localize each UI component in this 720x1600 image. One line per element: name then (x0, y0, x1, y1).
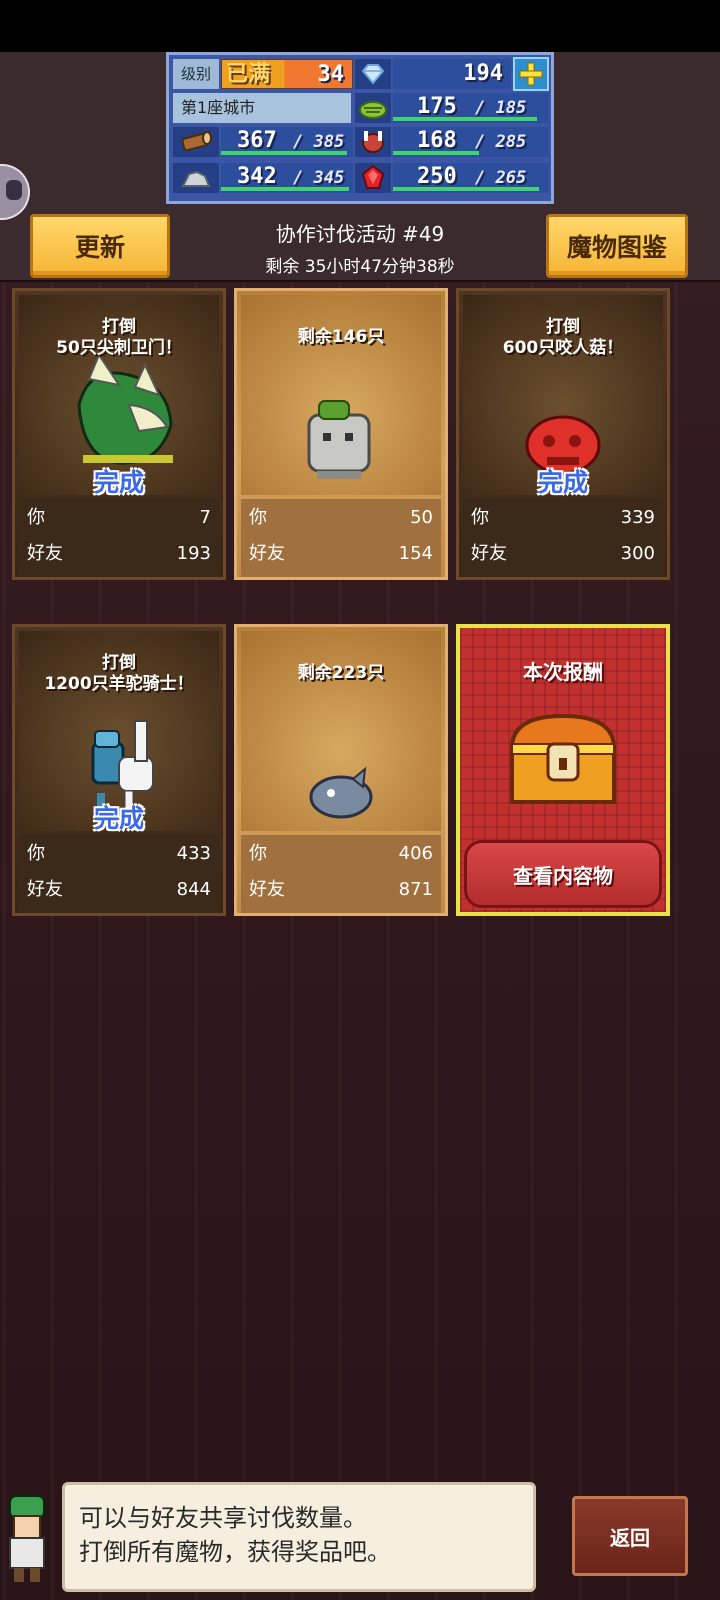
card-stats: 你 50 好友 154 (241, 499, 441, 577)
card-goal-line2: 600只咬人菇！ (502, 338, 624, 358)
you-count: 339 (620, 507, 655, 528)
level-max-badge: 已满 (226, 62, 271, 87)
level-label: 级别 (173, 59, 219, 89)
friend-label: 好友 (249, 879, 285, 900)
grass-box: 175 / 185 (393, 93, 549, 123)
you-label: 你 (249, 507, 267, 528)
gems-value: 194 (463, 61, 503, 86)
friend-count: 193 (176, 543, 211, 564)
ruby-max: 265 (495, 168, 527, 188)
stone-golem-sprite (307, 400, 371, 479)
friend-label: 好友 (471, 543, 507, 564)
stone-max: 345 (313, 168, 345, 188)
level-value: 34 (317, 62, 345, 87)
you-count: 50 (410, 507, 433, 528)
you-label: 你 (27, 843, 45, 864)
monster-card[interactable]: 打倒 600只咬人菇！ 完成 你 339 好友 300 (456, 288, 670, 580)
monster-card[interactable]: 打倒 50只尖刺卫门！ 完成 你 7 好友 193 (12, 288, 226, 580)
card-stats: 你 339 好友 300 (463, 499, 663, 577)
food-box: 168 / 285 (393, 127, 549, 157)
plus-icon (519, 62, 543, 86)
refresh-button[interactable]: 更新 (30, 214, 170, 278)
you-count: 7 (199, 507, 211, 528)
friend-count: 154 (398, 543, 433, 564)
friend-label: 好友 (27, 543, 63, 564)
card-artwork: 剩余223只 (241, 631, 441, 831)
bestiary-button[interactable]: 魔物图鉴 (546, 214, 688, 278)
remaining-count: 剩余146只 (297, 327, 385, 347)
monster-card[interactable]: 剩余223只 你 406 好友 871 (234, 624, 448, 916)
food-max: 285 (495, 132, 527, 152)
system-status-bar (0, 0, 720, 52)
completed-label: 完成 (93, 804, 144, 833)
view-contents-button[interactable]: 查看内容物 (464, 840, 662, 908)
friend-count: 844 (176, 879, 211, 900)
city-name: 第1座城市 (173, 93, 351, 123)
friend-count: 871 (398, 879, 433, 900)
monster-card[interactable]: 剩余146只 你 50 好友 154 (234, 288, 448, 580)
back-button[interactable]: 返回 (572, 1496, 688, 1576)
friend-label: 好友 (249, 543, 285, 564)
completed-label: 完成 (93, 468, 144, 497)
grass-icon (355, 93, 391, 123)
you-count: 433 (176, 843, 211, 864)
wood-max: 385 (313, 132, 345, 152)
card-stats: 你 406 好友 871 (241, 835, 441, 913)
card-goal-line1: 打倒 (102, 653, 136, 673)
hint-line-1: 可以与好友共享讨伐数量。 (79, 1504, 367, 1532)
event-timer: 剩余 35小时47分钟38秒 (265, 257, 455, 277)
diamond-icon (355, 59, 391, 89)
reward-card[interactable]: 本次报酬 查看内容物 (456, 624, 670, 916)
event-title: 协作讨伐活动 #49 (275, 222, 445, 246)
friend-label: 好友 (27, 879, 63, 900)
ruby-bar (393, 187, 539, 191)
reward-title: 本次报酬 (523, 660, 603, 684)
stone-icon (173, 163, 219, 193)
level-bar: 已满 34 (221, 59, 353, 89)
meat-icon (355, 127, 391, 157)
resource-panel: 级别 已满 34 194 第1座城市 175 / 185 367 / 385 1… (166, 52, 554, 204)
card-artwork: 打倒 1200只羊驼骑士！ 完成 (19, 631, 219, 833)
wood-log-icon (173, 127, 219, 157)
ruby-box: 250 / 265 (393, 163, 549, 193)
hint-dialog: 可以与好友共享讨伐数量。 打倒所有魔物，获得奖品吧。 (62, 1482, 536, 1592)
you-count: 406 (398, 843, 433, 864)
you-label: 你 (471, 507, 489, 528)
wood-bar (221, 151, 347, 155)
gems-box: 194 (393, 59, 511, 89)
ruby-icon (355, 163, 391, 193)
completed-label: 完成 (537, 468, 588, 497)
stone-box: 342 / 345 (221, 163, 353, 193)
grass-max: 185 (495, 98, 527, 118)
guide-character-avatar (9, 1495, 45, 1582)
card-artwork: 打倒 50只尖刺卫门！ 完成 (19, 295, 219, 497)
stone-bar (221, 187, 349, 191)
card-goal-line2: 1200只羊驼骑士！ (44, 674, 194, 694)
hint-line-2: 打倒所有魔物，获得奖品吧。 (79, 1538, 391, 1566)
card-goal-line1: 打倒 (546, 317, 580, 337)
card-goal-line1: 打倒 (102, 317, 136, 337)
you-label: 你 (249, 843, 267, 864)
card-artwork: 剩余146只 (241, 295, 441, 495)
add-gems-button[interactable] (513, 57, 549, 91)
card-artwork: 打倒 600只咬人菇！ 完成 (463, 295, 663, 497)
friend-count: 300 (620, 543, 655, 564)
card-goal-line2: 50只尖刺卫门！ (56, 338, 182, 358)
card-stats: 你 7 好友 193 (19, 499, 219, 577)
grey-fish-sprite (309, 766, 373, 819)
treasure-chest-icon (509, 713, 617, 804)
you-label: 你 (27, 507, 45, 528)
grass-bar (393, 117, 537, 121)
monster-card[interactable]: 打倒 1200只羊驼骑士！ 完成 你 433 好友 844 (12, 624, 226, 916)
card-stats: 你 433 好友 844 (19, 835, 219, 913)
food-bar (393, 151, 479, 155)
wood-box: 367 / 385 (221, 127, 353, 157)
remaining-count: 剩余223只 (297, 663, 385, 683)
ghost-icon (6, 180, 22, 200)
